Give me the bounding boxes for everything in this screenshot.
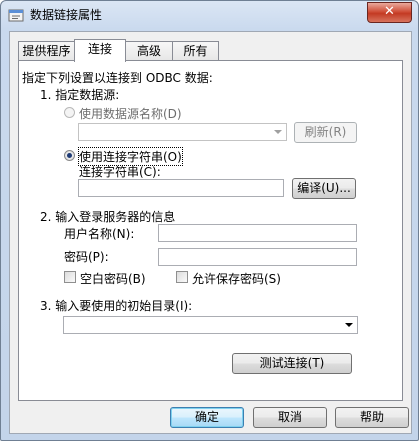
chevron-down-icon [274, 130, 282, 134]
tab-all[interactable]: 所有 [172, 41, 219, 61]
username-label: 用户名称(N): [64, 227, 135, 241]
dsn-combo[interactable] [78, 123, 287, 141]
cancel-button[interactable]: 取消 [253, 407, 327, 428]
connstr-label: 连接字符串(C): [79, 165, 161, 179]
ok-button[interactable]: 确定 [170, 407, 244, 428]
dialog-window: 数据链接属性 ✕ 提供程序 连接 高级 所有 指定下列设置以连接到 ODBC 数… [0, 0, 419, 441]
chevron-down-icon [345, 323, 353, 327]
allow-save-password-checkbox[interactable] [176, 271, 188, 283]
username-input[interactable] [158, 224, 357, 242]
title-bar[interactable]: 数据链接属性 ✕ [1, 1, 418, 29]
connstr-input[interactable] [78, 179, 284, 197]
step1-heading: 1. 指定数据源: [40, 88, 120, 102]
refresh-button[interactable]: 刷新(R) [294, 122, 357, 143]
help-button[interactable]: 帮助 [335, 407, 409, 428]
build-button[interactable]: 编译(U)... [292, 178, 356, 199]
blank-password-checkbox[interactable] [64, 271, 76, 283]
step3-heading: 3. 输入要使用的初始目录(I): [40, 299, 193, 313]
password-label: 密码(P): [64, 250, 109, 264]
step2-heading: 2. 输入登录服务器的信息 [40, 210, 176, 224]
allow-save-password-label[interactable]: 允许保存密码(S) [192, 270, 281, 287]
dialog-client: 提供程序 连接 高级 所有 指定下列设置以连接到 ODBC 数据: 1. 指定数… [9, 31, 412, 434]
data-link-icon [8, 9, 24, 22]
test-connection-button[interactable]: 测试连接(T) [232, 353, 352, 374]
close-icon: ✕ [384, 4, 395, 19]
tab-connection[interactable]: 连接 [74, 39, 126, 62]
intro-text: 指定下列设置以连接到 ODBC 数据: [22, 71, 213, 85]
password-input[interactable] [158, 248, 357, 266]
initial-catalog-combo[interactable] [63, 316, 358, 334]
tab-provider[interactable]: 提供程序 [18, 41, 75, 61]
use-connstr-radio[interactable] [64, 150, 75, 161]
blank-password-label[interactable]: 空白密码(B) [80, 270, 146, 287]
connection-panel: 指定下列设置以连接到 ODBC 数据: 1. 指定数据源: 使用数据源名称(D)… [18, 60, 403, 401]
use-dsn-radio[interactable] [64, 107, 75, 118]
window-title: 数据链接属性 [30, 8, 103, 22]
tab-advanced[interactable]: 高级 [125, 41, 173, 61]
use-dsn-label[interactable]: 使用数据源名称(D) [79, 105, 182, 122]
close-button[interactable]: ✕ [367, 2, 412, 23]
